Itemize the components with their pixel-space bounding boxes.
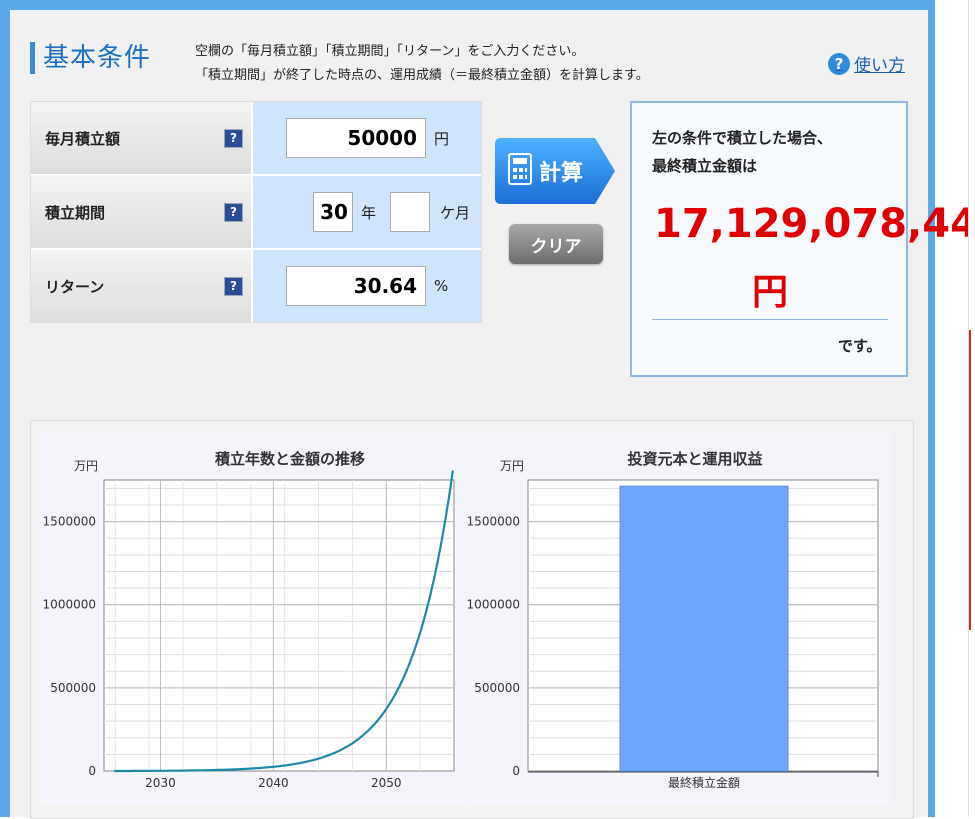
result-currency: 円: [752, 272, 789, 313]
period-help-icon[interactable]: ?: [224, 202, 243, 222]
monthly-unit: 円: [434, 129, 450, 148]
period-months-input[interactable]: [390, 192, 431, 232]
period-label: 積立期間: [45, 203, 106, 222]
line-chart-card: [40, 430, 466, 805]
line-chart-ylabel: 万円: [74, 459, 99, 473]
line-chart-title: 積立年数と金額の推移: [214, 450, 365, 468]
result-suffix: です。: [838, 337, 882, 355]
period-years-input[interactable]: [313, 192, 353, 232]
monthly-label-cell: 毎月積立額 ?: [31, 102, 253, 174]
help-link[interactable]: ? 使い方: [828, 51, 905, 76]
calculate-button-label: 計算: [539, 160, 583, 186]
clear-button[interactable]: クリア: [509, 224, 603, 264]
calculate-button[interactable]: 計算: [495, 138, 615, 204]
input-form: 毎月積立額 ? 円 積立期間 ? 年 ケ月 リターン ? %: [30, 101, 482, 323]
return-label: リターン: [45, 277, 105, 296]
form-row-return: リターン ? %: [31, 250, 481, 322]
return-rate-input[interactable]: [286, 266, 426, 306]
period-months-unit: ケ月: [440, 203, 471, 222]
monthly-label: 毎月積立額: [45, 129, 121, 148]
description-line-1: 空欄の「毎月積立額」「積立期間」「リターン」をご入力ください。: [195, 44, 585, 59]
return-help-icon[interactable]: ?: [224, 276, 243, 296]
period-label-cell: 積立期間 ?: [31, 176, 253, 248]
result-text-1: 左の条件で積立した場合、: [652, 129, 833, 147]
return-unit: %: [434, 277, 449, 295]
result-divider: [652, 319, 888, 320]
description-line-2: 「積立期間」が終了した時点の、運用成績（＝最終積立金額）を計算します。: [195, 68, 649, 83]
period-years-unit: 年: [361, 203, 377, 222]
section-title: 基本条件: [30, 42, 151, 74]
bar-chart-title: 投資元本と運用収益: [627, 450, 763, 468]
form-row-period: 積立期間 ? 年 ケ月: [31, 176, 481, 250]
help-link-label: 使い方: [854, 56, 905, 76]
period-input-cell: 年 ケ月: [253, 176, 481, 248]
return-label-cell: リターン ?: [31, 250, 253, 322]
result-text-2: 最終積立金額は: [652, 157, 758, 175]
bar-chart-ylabel: 万円: [500, 459, 525, 473]
question-circle-icon: ?: [828, 52, 850, 75]
scroll-indicator: [969, 330, 971, 630]
form-row-monthly: 毎月積立額 ? 円: [31, 102, 481, 176]
monthly-amount-input[interactable]: [286, 118, 426, 158]
bar-chart-card: [467, 430, 891, 805]
monthly-input-cell: 円: [253, 102, 481, 174]
result-box: 左の条件で積立した場合、 最終積立金額は 17,129,078,441 円 です…: [630, 101, 975, 377]
result-amount: 17,129,078,441: [654, 201, 975, 247]
monthly-help-icon[interactable]: ?: [224, 128, 243, 148]
return-input-cell: %: [253, 250, 481, 322]
